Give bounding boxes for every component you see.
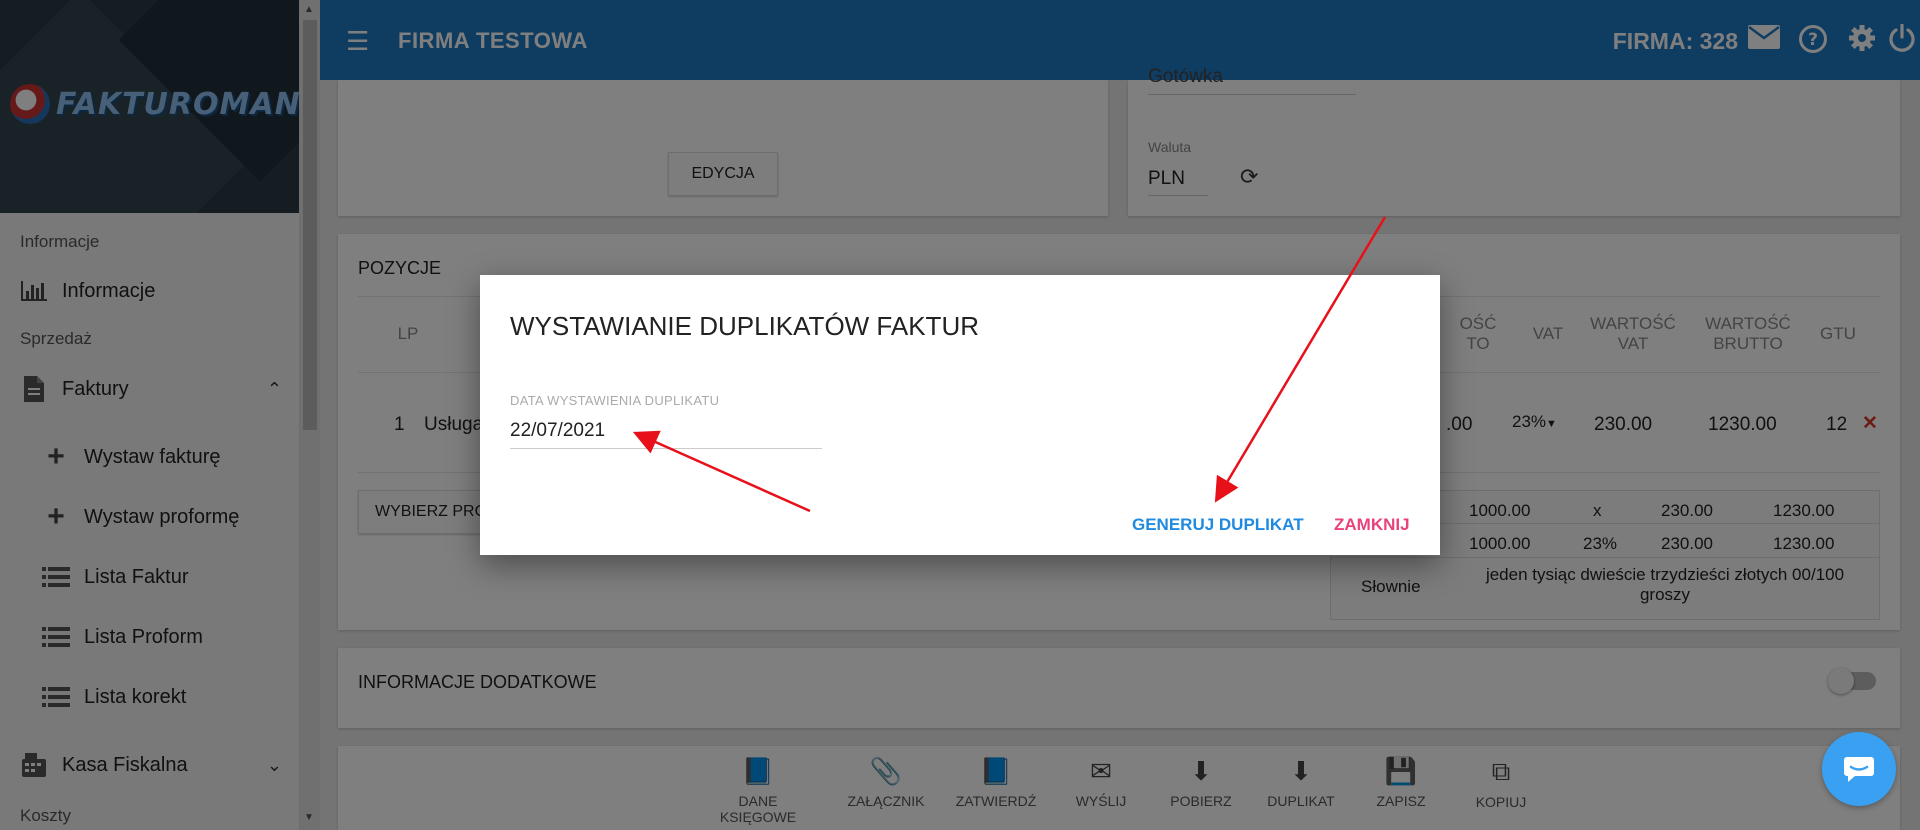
chat-button[interactable] [1822, 732, 1896, 806]
generate-duplicate-button[interactable]: GENERUJ DUPLIKAT [1132, 515, 1304, 535]
chat-icon [1844, 757, 1874, 782]
duplicate-date-input[interactable] [510, 413, 822, 449]
dialog-title: WYSTAWIANIE DUPLIKATÓW FAKTUR [510, 311, 979, 341]
duplicate-dialog: WYSTAWIANIE DUPLIKATÓW FAKTUR DATA WYSTA… [480, 275, 1440, 555]
close-button[interactable]: ZAMKNIJ [1334, 515, 1410, 535]
duplicate-date-label: DATA WYSTAWIENIA DUPLIKATU [510, 393, 720, 408]
